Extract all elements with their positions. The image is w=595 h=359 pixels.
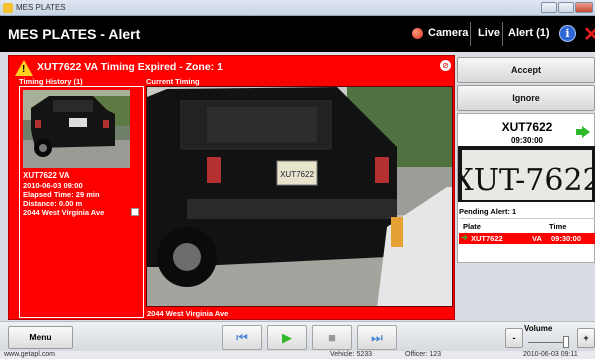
skip-forward-button[interactable]: ⏭ (357, 325, 397, 350)
current-alert-card: XUT7622 09:30:00 XUT-7622 Pending Alert:… (457, 113, 595, 263)
divider (502, 22, 503, 46)
current-timing-photo: XUT7622 (146, 86, 453, 307)
pin-icon[interactable]: ⊘ (440, 60, 451, 71)
alert-panel: ! XUT7622 VA Timing Expired - Zone: 1 ⊘ … (8, 55, 455, 320)
skip-back-button[interactable]: ⏮ (222, 325, 262, 350)
minimize-button[interactable] (541, 2, 557, 13)
play-button[interactable]: ▶ (267, 325, 307, 350)
app-title: MES PLATES - Alert (8, 26, 141, 42)
current-plate: XUT7622 (501, 120, 553, 134)
window-titlebar: MES PLATES (0, 0, 595, 16)
status-vehicle: Vehicle: 5233 (330, 351, 373, 358)
timing-history-label: Timing History (1) (19, 77, 83, 86)
history-thumbnail (23, 90, 130, 168)
menu-button[interactable]: Menu (8, 326, 73, 349)
history-elapsed: Elapsed Time: 29 min (23, 190, 100, 199)
ignore-button[interactable]: Ignore (457, 85, 595, 111)
divider (470, 22, 471, 46)
status-officer: Officer: 123 (405, 351, 442, 358)
volume-down-button[interactable]: - (505, 328, 523, 348)
plate-closeup-text: XUT-7622 (458, 163, 595, 198)
warning-mark: ! (22, 64, 26, 75)
alert-button[interactable]: Alert (1) (508, 27, 550, 39)
volume-slider-thumb[interactable] (563, 336, 569, 348)
close-window-button[interactable] (575, 2, 593, 13)
history-plate: XUT7622 VA (23, 171, 70, 180)
camera-status-icon (412, 28, 423, 39)
volume-up-button[interactable]: + (577, 328, 595, 348)
stop-button[interactable]: ■ (312, 325, 352, 350)
pending-table: Plate Time ➔ XUT7622 VA 09:30:00 (459, 218, 595, 262)
row-state: VA (532, 234, 542, 243)
status-bar: www.getapl.com Vehicle: 5233 Officer: 12… (0, 351, 595, 359)
photo-caption: 2044 West Virginia Ave (147, 309, 229, 318)
live-button[interactable]: Live (478, 27, 500, 39)
timing-history-item[interactable]: XUT7622 VA 2010-06-03 09:00 Elapsed Time… (19, 86, 144, 318)
volume-slider-track[interactable] (528, 342, 564, 343)
pending-alert-label: Pending Alert: 1 (459, 207, 517, 216)
history-distance: Distance: 0.00 m (23, 199, 83, 208)
alert-header: XUT7622 VA Timing Expired - Zone: 1 (37, 61, 223, 73)
row-plate: XUT7622 (471, 234, 503, 243)
window-title: MES PLATES (16, 3, 66, 12)
table-header-time: Time (549, 222, 567, 231)
volume-label: Volume (524, 324, 553, 333)
app-icon (3, 3, 13, 13)
status-datetime: 2010-06-03 09:11 (523, 351, 578, 358)
table-header-plate: Plate (463, 222, 481, 231)
right-panel: Accept Ignore XUT7622 09:30:00 XUT-7622 … (457, 55, 595, 320)
bottom-toolbar: Menu ⏮ ▶ ■ ⏭ Volume - + (0, 321, 595, 351)
app-header: MES PLATES - Alert Camera Live Alert (1)… (0, 16, 595, 52)
maximize-button[interactable] (558, 2, 574, 13)
arrow-right-icon[interactable] (582, 126, 590, 138)
camera-button[interactable]: Camera (428, 27, 468, 39)
svg-text:XUT7622: XUT7622 (280, 170, 314, 179)
close-icon[interactable]: ✕ (583, 22, 595, 47)
history-datetime: 2010-06-03 09:00 (23, 181, 83, 190)
plate-closeup-image: XUT-7622 (458, 146, 595, 202)
history-address: 2044 West Virginia Ave (23, 208, 105, 217)
current-timing-label: Current Timing (146, 77, 200, 86)
status-website: www.getapl.com (4, 351, 55, 358)
info-icon[interactable]: i (559, 25, 576, 42)
current-time: 09:30:00 (510, 136, 544, 145)
accept-button[interactable]: Accept (457, 57, 595, 83)
table-row[interactable]: ➔ XUT7622 VA 09:30:00 (459, 233, 595, 244)
row-time: 09:30:00 (551, 234, 582, 243)
arrow-right-icon: ➔ (461, 233, 468, 242)
history-checkbox[interactable] (131, 208, 139, 216)
